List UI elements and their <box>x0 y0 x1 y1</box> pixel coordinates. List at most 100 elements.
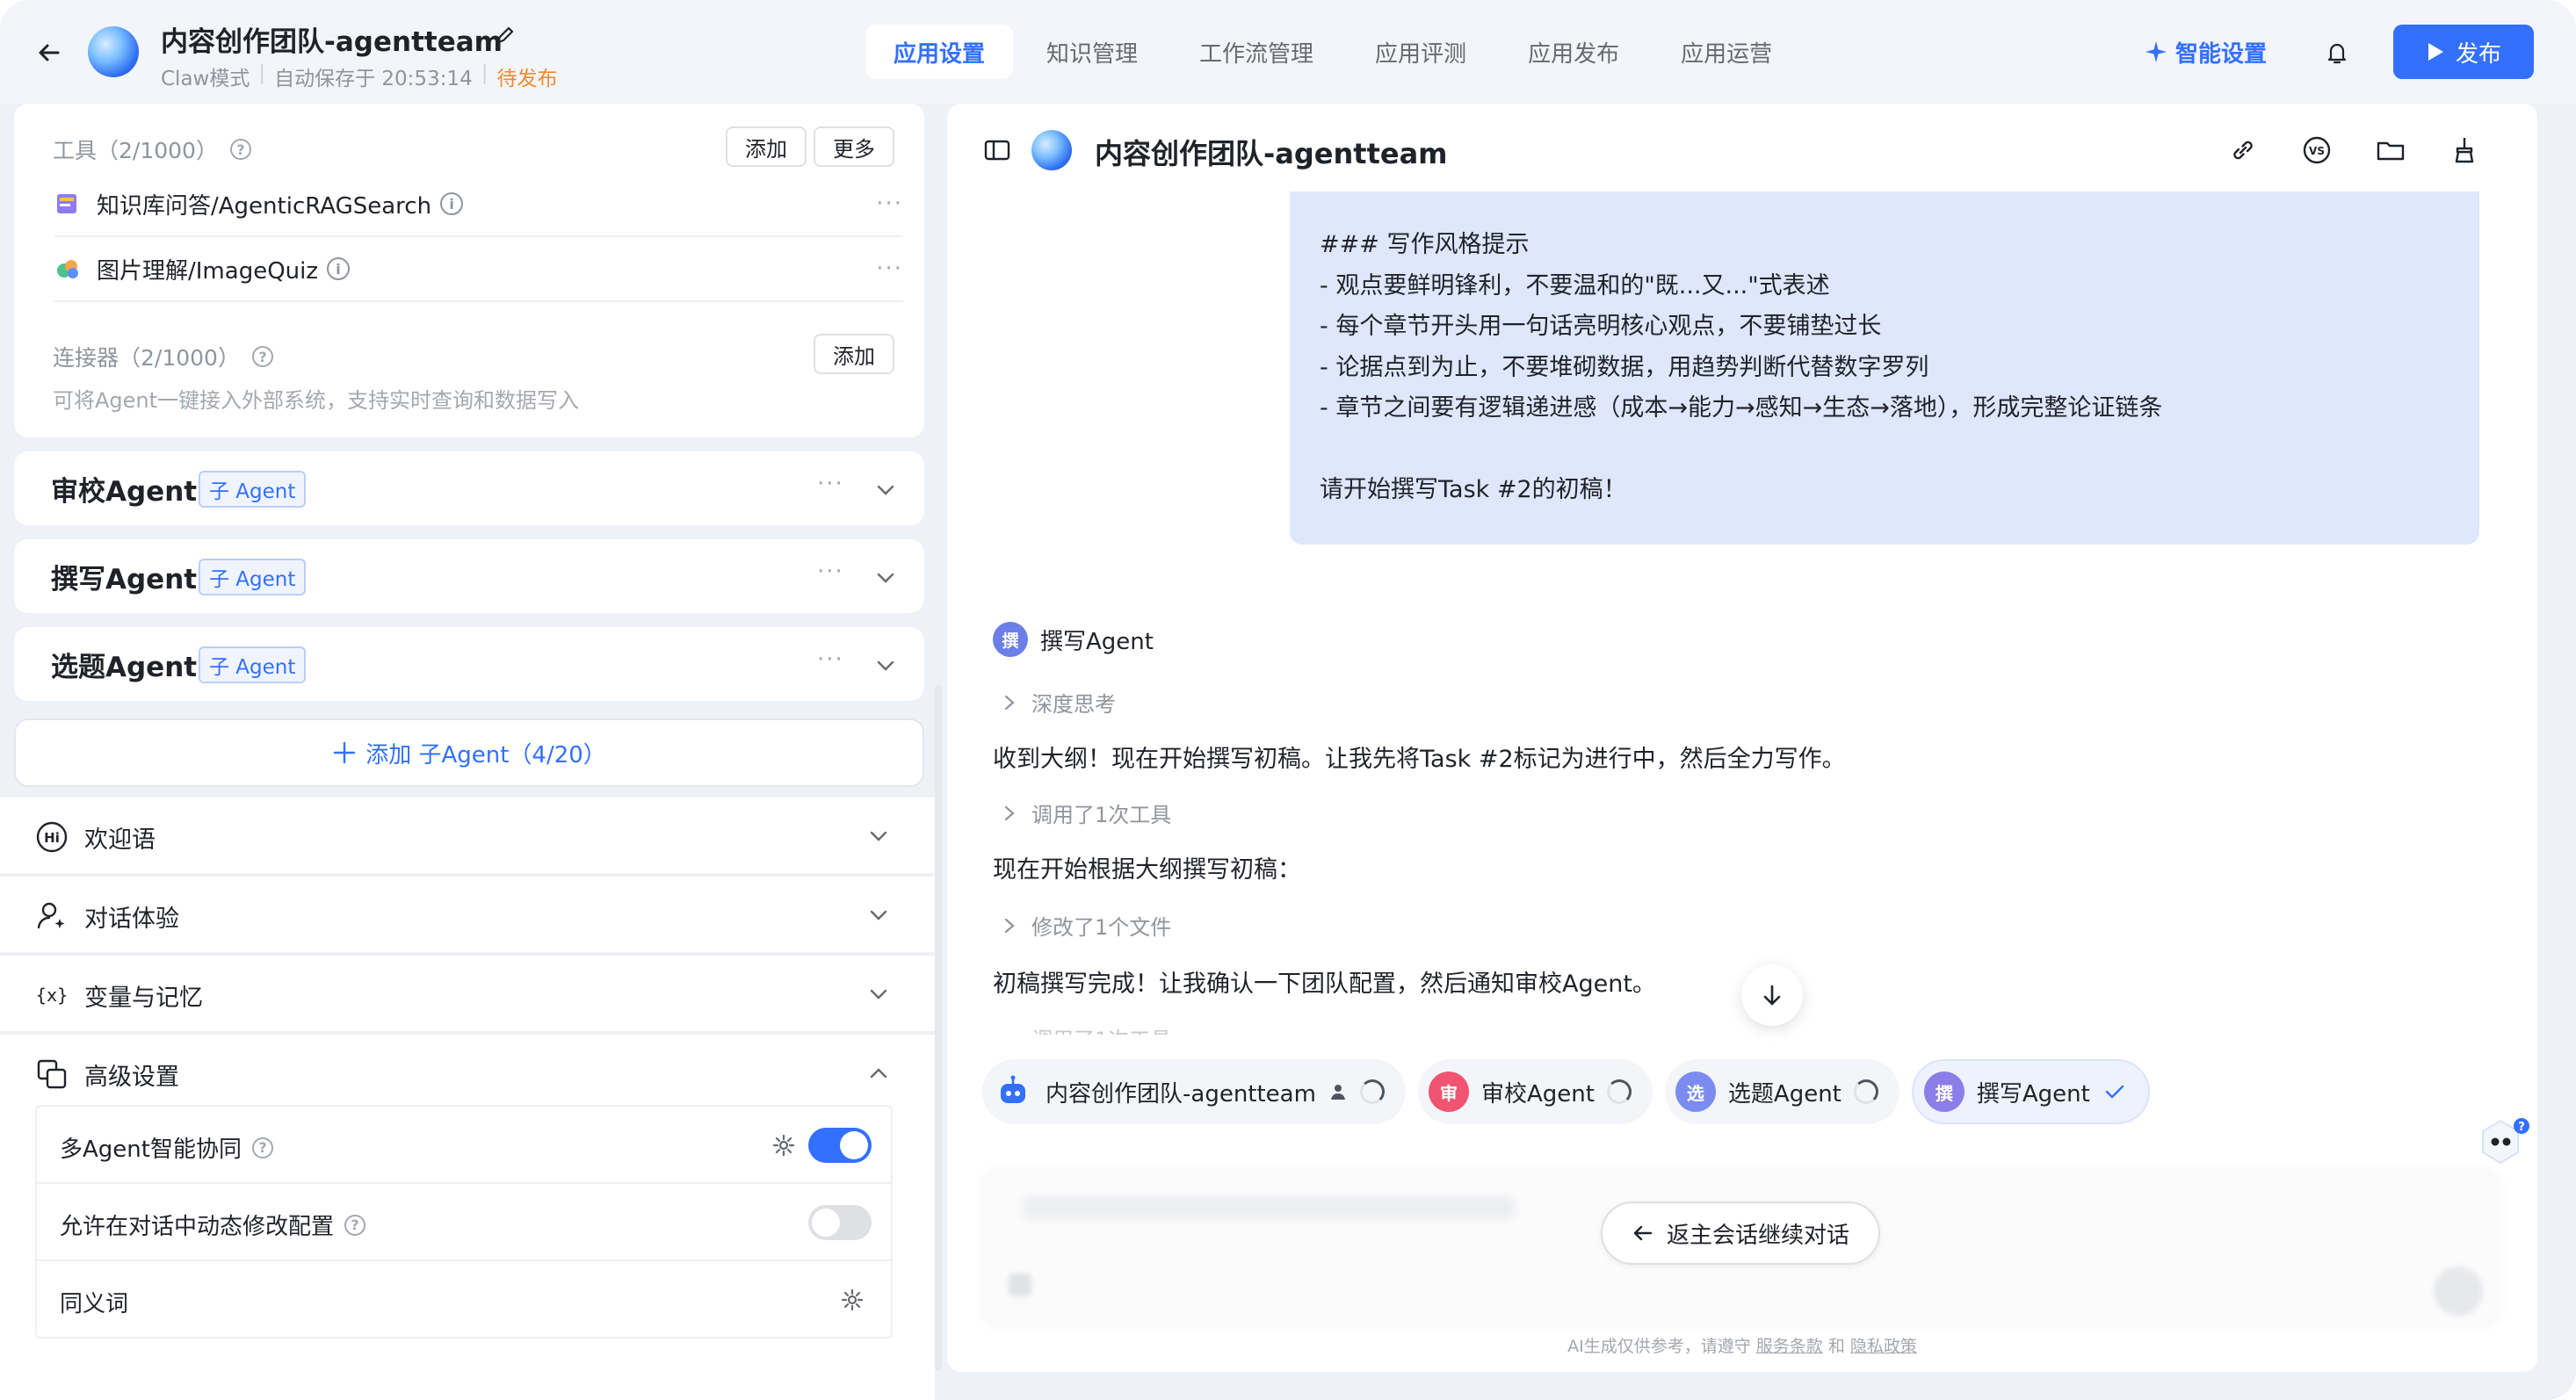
section-variables-memory[interactable]: {x} 变量与记忆 <box>0 954 935 1031</box>
chevron-right-icon <box>1004 918 1015 933</box>
smart-settings-button[interactable]: 智能设置 <box>2144 32 2267 72</box>
dynamic-config-toggle[interactable] <box>808 1205 872 1240</box>
edit-pencil-icon[interactable] <box>494 25 517 47</box>
status-badge: 待发布 <box>496 68 558 90</box>
link-icon[interactable] <box>2226 134 2260 167</box>
agent-chip-main[interactable]: 内容创作团队-agentteam <box>982 1059 1406 1124</box>
agent-chip-review[interactable]: 审 审校Agent <box>1417 1059 1653 1124</box>
deep-think-toggle[interactable]: 深度思考 <box>1002 687 1116 718</box>
privacy-link[interactable]: 隐私政策 <box>1850 1337 1917 1356</box>
chevron-down-icon[interactable] <box>866 903 891 927</box>
sub-agent-badge: 子 Agent <box>199 559 307 595</box>
tab-app-settings[interactable]: 应用设置 <box>865 25 1014 79</box>
setting-label: 多Agent智能协同 ? <box>60 1131 273 1164</box>
back-to-main-button[interactable]: 返主会话继续对话 <box>1601 1202 1880 1265</box>
more-icon[interactable]: ··· <box>817 559 844 585</box>
assistant-bot-icon[interactable]: ? <box>2474 1115 2532 1173</box>
tool-more-icon[interactable]: ··· <box>876 256 903 282</box>
terms-link[interactable]: 服务条款 <box>1756 1337 1823 1356</box>
tool-more-icon[interactable]: ··· <box>876 191 903 217</box>
connectors-section-label: 连接器（2/1000） ? <box>53 341 273 372</box>
bot-message-text: 现在开始根据大纲撰写初稿： <box>993 856 1301 884</box>
tool-item[interactable]: 知识库问答/AgenticRAGSearch i ··· <box>54 172 903 235</box>
sub-agent-card[interactable]: 选题Agent 子 Agent ··· <box>14 627 924 701</box>
chevron-down-icon[interactable] <box>873 653 898 678</box>
section-welcome[interactable]: Hi 欢迎语 <box>0 796 935 873</box>
section-title[interactable]: 高级设置 <box>84 1057 179 1092</box>
sidebar-toggle-icon[interactable] <box>982 135 1012 165</box>
robot-icon <box>1001 1075 1025 1103</box>
chevron-down-icon[interactable] <box>873 566 898 590</box>
tab-knowledge[interactable]: 知识管理 <box>1018 25 1166 79</box>
more-icon[interactable]: ··· <box>817 646 844 673</box>
file-edit-toggle[interactable]: 修改了1个文件 <box>1002 910 1171 941</box>
sub-agent-card[interactable]: 撰写Agent 子 Agent ··· <box>14 539 924 613</box>
publish-label: 发布 <box>2455 40 2501 68</box>
bot-message-text: 收到大纲！现在开始撰写初稿。让我先将Task #2标记为进行中，然后全力写作。 <box>993 746 1846 773</box>
setting-label: 同义词 <box>60 1286 128 1318</box>
help-icon[interactable]: ? <box>229 139 251 160</box>
agent-chip-topic[interactable]: 选 选题Agent <box>1664 1059 1899 1124</box>
chevron-down-icon[interactable] <box>866 982 891 1007</box>
app-window: 内容创作团队-agentteam Claw模式 | 自动保存于 20:53:14… <box>0 0 2576 1400</box>
tab-publish[interactable]: 应用发布 <box>1500 25 1647 79</box>
arrow-down-icon <box>1763 985 1781 1006</box>
tool-call-toggle[interactable]: 调用了1次工具 <box>1002 797 1171 828</box>
chevron-down-icon[interactable] <box>866 824 891 848</box>
gear-icon[interactable] <box>771 1133 796 1158</box>
agent-status-chips: 内容创作团队-agentteam 审 审校Agent 选 选题Agent 撰 撰… <box>982 1059 2150 1124</box>
bell-icon[interactable] <box>2319 35 2355 70</box>
chip-label: 选题Agent <box>1727 1080 1842 1108</box>
tools-section-label: 工具（2/1000） ? <box>53 134 251 165</box>
scroll-down-button[interactable] <box>1741 964 1803 1026</box>
person-icon <box>1330 1085 1345 1100</box>
more-tools-button[interactable]: 更多 <box>814 126 894 167</box>
tab-workflow[interactable]: 工作流管理 <box>1171 25 1342 79</box>
chevron-down-icon[interactable] <box>873 478 898 502</box>
tool-name: 知识库问答/AgenticRAGSearch <box>97 192 432 220</box>
tab-evaluation[interactable]: 应用评测 <box>1347 25 1494 79</box>
settings-panel: 工具（2/1000） ? 添加 更多 知识库问答/AgenticRAGSearc… <box>0 104 942 1400</box>
avatar: 撰 <box>993 622 1028 657</box>
info-icon[interactable]: i <box>327 257 351 280</box>
chevron-up-icon[interactable] <box>866 1061 891 1086</box>
tools-label: 工具（2/1000） <box>53 138 218 163</box>
chat-header: 内容创作团队-agentteam VS <box>947 104 2537 197</box>
tool-item[interactable]: 图片理解/ImageQuiz i ··· <box>54 237 903 300</box>
collapse-label: 调用了1次工具 <box>1031 803 1172 827</box>
folder-icon[interactable] <box>2374 134 2407 167</box>
section-title: 欢迎语 <box>84 826 156 854</box>
advanced-settings-box: 多Agent智能协同 ? 允许在对话中动态修改配置 ? 同义词 <box>35 1105 893 1339</box>
app-logo <box>88 26 139 77</box>
help-icon[interactable]: ? <box>251 1137 273 1158</box>
more-icon[interactable]: ··· <box>817 471 844 497</box>
nav-tabs: 应用设置 知识管理 工作流管理 应用评测 应用发布 应用运营 <box>865 25 1800 79</box>
back-arrow-icon[interactable] <box>32 35 67 70</box>
smart-settings-label: 智能设置 <box>2175 40 2268 68</box>
help-icon[interactable]: ? <box>251 346 273 367</box>
agent-chip-writer[interactable]: 撰 撰写Agent <box>1911 1059 2150 1124</box>
sub-agent-name: 选题Agent <box>51 652 198 683</box>
tab-operations[interactable]: 应用运营 <box>1653 25 1800 79</box>
add-connector-button[interactable]: 添加 <box>814 334 894 374</box>
add-sub-agent-button[interactable]: 添加 子Agent（4/20） <box>14 718 924 787</box>
publish-button[interactable]: 发布 <box>2393 25 2534 79</box>
help-icon[interactable]: ? <box>344 1214 366 1236</box>
collapse-label: 修改了1个文件 <box>1031 915 1172 940</box>
info-icon[interactable]: i <box>440 192 464 215</box>
scrollbar[interactable] <box>935 685 942 1370</box>
sub-agent-badge: 子 Agent <box>199 471 307 508</box>
section-chat-experience[interactable]: 对话体验 <box>0 875 935 952</box>
image-tool-icon <box>57 260 78 278</box>
svg-text:{x}: {x} <box>35 985 68 1006</box>
setting-multi-agent: 多Agent智能协同 ? <box>37 1107 891 1184</box>
tools-card: 工具（2/1000） ? 添加 更多 知识库问答/AgenticRAGSearc… <box>14 104 924 437</box>
setting-synonyms: 同义词 <box>37 1261 891 1339</box>
vscode-icon[interactable]: VS <box>2300 134 2334 167</box>
multi-agent-toggle[interactable] <box>808 1128 872 1163</box>
loading-spinner-icon <box>1359 1079 1385 1104</box>
sub-agent-card[interactable]: 审校Agent 子 Agent ··· <box>14 451 924 525</box>
gear-icon[interactable] <box>840 1288 865 1312</box>
add-tool-button[interactable]: 添加 <box>726 126 807 167</box>
broom-icon[interactable] <box>2448 134 2481 167</box>
